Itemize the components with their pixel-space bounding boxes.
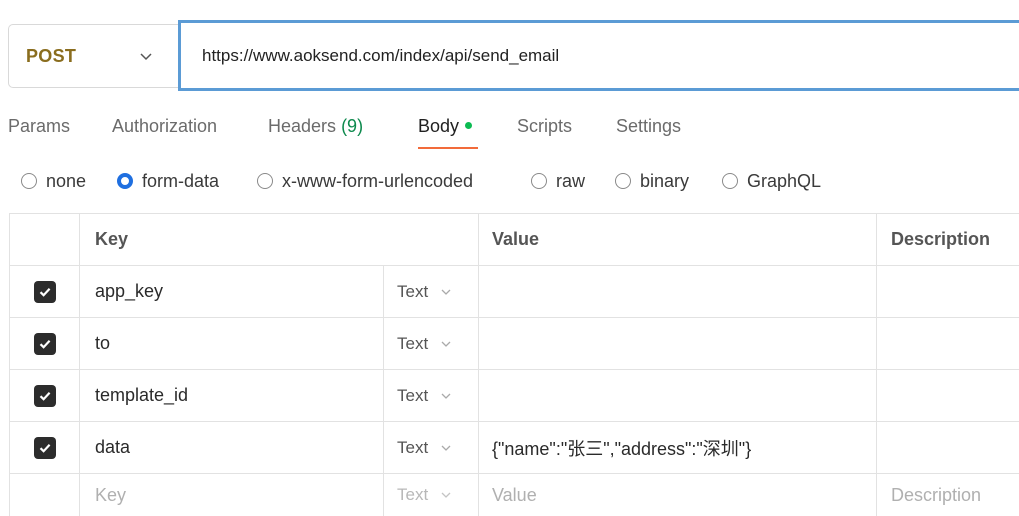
tab-settings[interactable]: Settings: [616, 116, 681, 137]
description-cell[interactable]: [877, 422, 1019, 473]
row-checkbox-cell: [10, 422, 80, 473]
description-header: Description: [891, 229, 991, 249]
radio-circle-icon: [531, 173, 547, 189]
radio-circle-icon: [615, 173, 631, 189]
radio-binary[interactable]: binary: [615, 170, 689, 192]
new-description-input[interactable]: Description: [877, 474, 1019, 516]
table-row[interactable]: to Text: [10, 318, 1019, 370]
radio-x-www-form-urlencoded[interactable]: x-www-form-urlencoded: [257, 170, 473, 192]
new-type-select[interactable]: Text: [383, 474, 479, 516]
chevron-down-icon: [441, 341, 451, 347]
body-active-dot-icon: [465, 122, 473, 129]
chevron-down-icon: [441, 445, 451, 451]
value-header: Value: [479, 214, 877, 265]
tab-body[interactable]: Body: [418, 116, 473, 137]
checkbox-checked-icon[interactable]: [33, 384, 56, 407]
checkbox-checked-icon[interactable]: [33, 436, 56, 459]
active-tab-underline: [418, 147, 478, 149]
url-input[interactable]: https://www.aoksend.com/index/api/send_e…: [178, 20, 1019, 91]
url-text: https://www.aoksend.com/index/api/send_e…: [202, 45, 560, 65]
checkbox-checked-icon[interactable]: [33, 332, 56, 355]
new-row[interactable]: Key Text Value Description: [10, 474, 1019, 516]
key-cell[interactable]: to: [80, 318, 383, 369]
description-cell[interactable]: [877, 318, 1019, 369]
radio-raw[interactable]: raw: [531, 170, 585, 192]
radio-form-data[interactable]: form-data: [117, 170, 219, 192]
tab-headers[interactable]: Headers (9): [268, 116, 363, 137]
type-select[interactable]: Text: [383, 422, 479, 473]
value-cell[interactable]: [479, 318, 877, 369]
checkbox-header-cell: [10, 214, 80, 265]
request-tabs: Params Authorization Headers (9) Body Sc…: [0, 112, 1019, 152]
table-row[interactable]: data Text {"name":"张三","address":"深圳"}: [10, 422, 1019, 474]
checkbox-checked-icon[interactable]: [33, 280, 56, 303]
tab-authorization[interactable]: Authorization: [112, 116, 217, 137]
radio-selected-icon: [117, 173, 133, 189]
chevron-down-icon: [441, 492, 451, 498]
radio-none[interactable]: none: [21, 170, 86, 192]
radio-circle-icon: [722, 173, 738, 189]
table-row[interactable]: template_id Text: [10, 370, 1019, 422]
new-value-input[interactable]: Value: [479, 474, 877, 516]
table-header-row: Key Value Description: [10, 214, 1019, 266]
type-select[interactable]: Text: [383, 266, 479, 317]
value-cell[interactable]: [479, 266, 877, 317]
description-cell[interactable]: [877, 370, 1019, 421]
row-checkbox-cell: [10, 266, 80, 317]
headers-count: (9): [341, 116, 364, 136]
radio-circle-icon: [257, 173, 273, 189]
radio-circle-icon: [21, 173, 37, 189]
method-select[interactable]: POST: [8, 24, 178, 88]
key-cell[interactable]: data: [80, 422, 383, 473]
type-select[interactable]: Text: [383, 318, 479, 369]
chevron-down-icon: [140, 53, 152, 61]
radio-graphql[interactable]: GraphQL: [722, 170, 821, 192]
tab-params[interactable]: Params: [8, 116, 70, 137]
row-checkbox-cell: [10, 318, 80, 369]
form-data-table: Key Value Description app_key Text to Te…: [9, 213, 1019, 516]
tab-scripts[interactable]: Scripts: [517, 116, 572, 137]
type-select[interactable]: Text: [383, 370, 479, 421]
chevron-down-icon: [441, 289, 451, 295]
value-cell[interactable]: {"name":"张三","address":"深圳"}: [479, 422, 877, 473]
chevron-down-icon: [441, 393, 451, 399]
table-row[interactable]: app_key Text: [10, 266, 1019, 318]
new-key-input[interactable]: Key: [80, 474, 383, 516]
new-row-checkbox-cell: [10, 474, 80, 516]
key-cell[interactable]: template_id: [80, 370, 383, 421]
value-cell[interactable]: [479, 370, 877, 421]
description-cell[interactable]: [877, 266, 1019, 317]
key-cell[interactable]: app_key: [80, 266, 383, 317]
key-header: Key: [80, 214, 479, 265]
row-checkbox-cell: [10, 370, 80, 421]
method-label: POST: [26, 45, 77, 66]
